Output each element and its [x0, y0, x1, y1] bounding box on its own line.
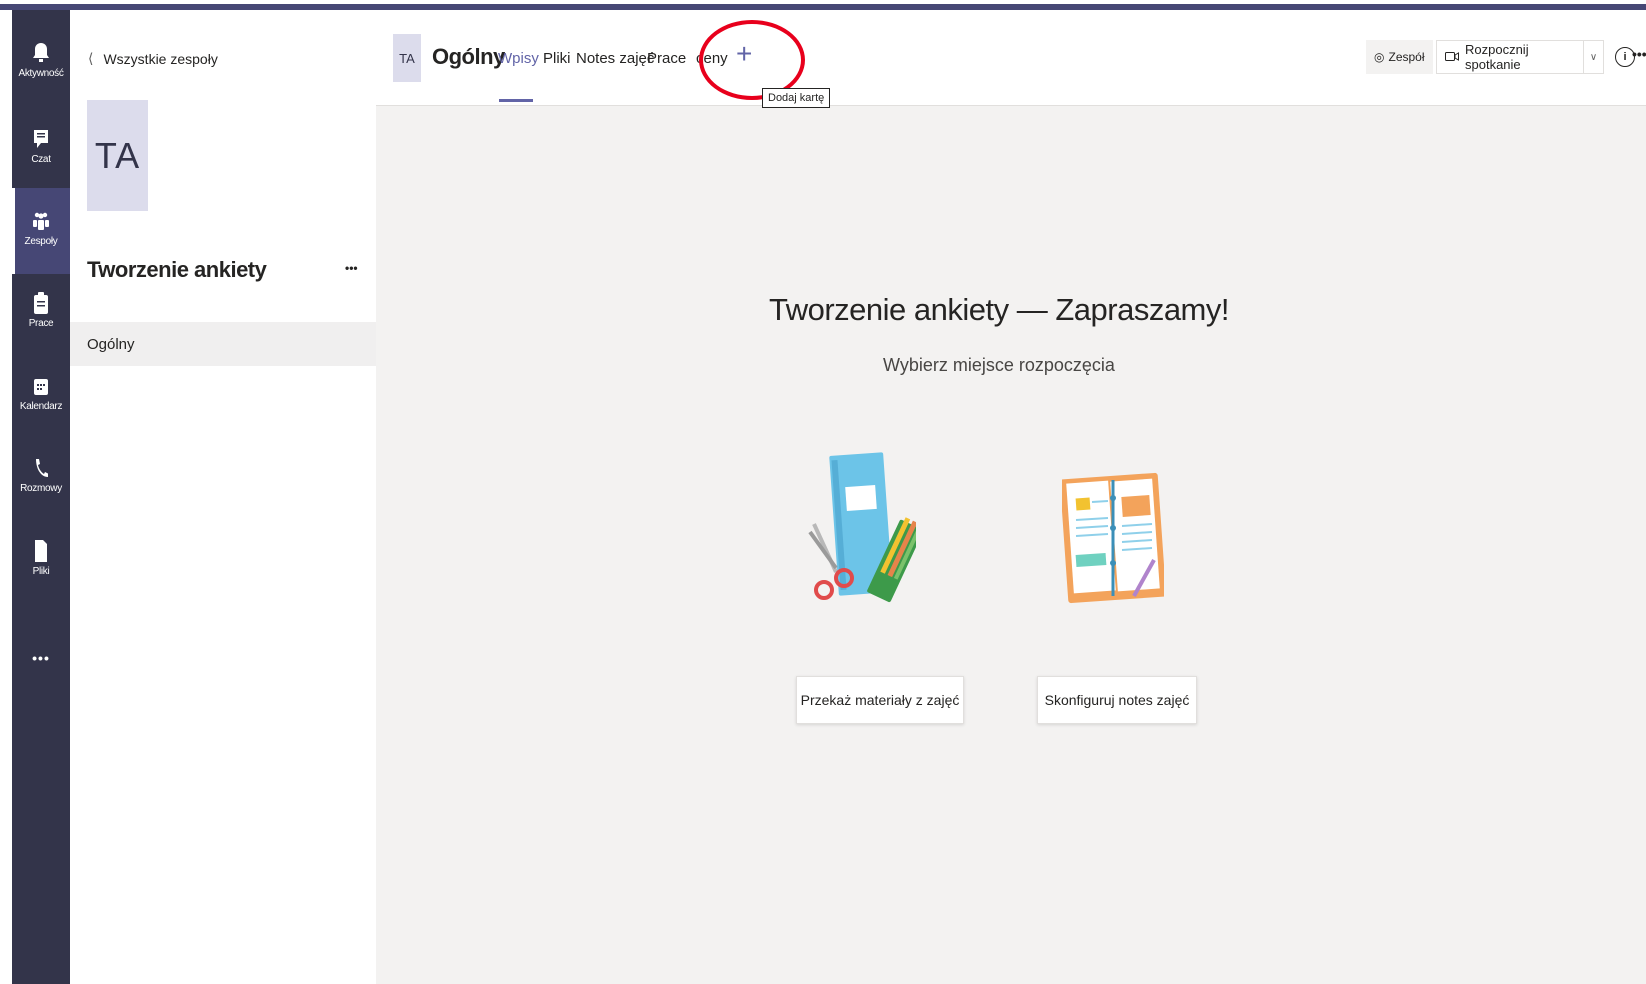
rail-more-button[interactable]: •••	[12, 650, 70, 666]
rail-item-label: Prace	[28, 318, 54, 329]
all-teams-label: Wszystkie zespoły	[103, 50, 218, 67]
active-tab-indicator	[499, 99, 533, 102]
team-button-label: Zespół	[1388, 50, 1425, 64]
team-target-icon: ◎	[1374, 50, 1385, 64]
calendar-icon	[31, 375, 51, 397]
class-materials-illustration	[808, 452, 916, 603]
rail-item-label: Aktywność	[18, 68, 64, 79]
channel-title: Ogólny	[432, 44, 505, 69]
video-camera-icon	[1445, 50, 1459, 65]
chevron-down-icon: ∨	[1589, 51, 1598, 63]
window-top-bar	[0, 0, 1646, 11]
tab-files[interactable]: Pliki	[543, 50, 571, 67]
rail-item-files[interactable]: Pliki	[12, 518, 70, 604]
bell-icon	[31, 42, 51, 64]
add-tab-tooltip: Dodaj kartę	[762, 88, 831, 108]
phone-icon	[31, 457, 51, 479]
rail-item-activity[interactable]: Aktywność	[12, 20, 70, 106]
team-panel: ⟨ Wszystkie zespoły TA Tworzenie ankiety…	[70, 10, 376, 984]
class-notebook-illustration	[1062, 472, 1164, 604]
rail-item-label: Zespoły	[24, 236, 58, 247]
tab-posts[interactable]: Wpisy	[498, 50, 539, 67]
rail-item-calendar[interactable]: Kalendarz	[12, 353, 70, 439]
team-more-options-button[interactable]: •••	[345, 261, 358, 275]
rail-item-assignments[interactable]: Prace	[12, 270, 70, 356]
rail-item-teams[interactable]: Zespoły	[12, 188, 70, 274]
header-more-options-button[interactable]: •••	[1632, 46, 1646, 62]
channel-header: TA Ogólny Wpisy Pliki Notes zajęć Prace …	[376, 10, 1646, 108]
team-name: Tworzenie ankiety	[87, 257, 267, 282]
share-class-materials-label: Przekaż materiały z zajęć	[800, 692, 960, 708]
window-left-edge	[0, 10, 12, 984]
rail-item-label: Pliki	[32, 566, 50, 577]
start-meeting-button[interactable]: Rozpocznij spotkanie	[1436, 40, 1584, 74]
channel-content: TA Ogólny Wpisy Pliki Notes zajęć Prace …	[376, 10, 1646, 984]
file-icon	[31, 540, 51, 562]
setup-class-notebook-button[interactable]: Skonfiguruj notes zajęć	[1037, 676, 1197, 724]
setup-class-notebook-label: Skonfiguruj notes zajęć	[1044, 692, 1190, 708]
chat-icon	[31, 128, 51, 150]
rail-item-label: Rozmowy	[20, 483, 62, 494]
chevron-left-icon: ⟨	[88, 50, 94, 66]
rail-item-label: Kalendarz	[19, 401, 63, 412]
tab-assignments[interactable]: Prace	[647, 50, 686, 67]
rail-item-label: Czat	[31, 154, 51, 165]
channel-label: Ogólny	[87, 335, 135, 353]
team-avatar: TA	[87, 100, 148, 211]
team-button[interactable]: ◎ Zespół	[1366, 40, 1433, 74]
tab-class-notebook[interactable]: Notes zajęć	[576, 50, 654, 67]
channel-avatar: TA	[393, 34, 421, 82]
app-rail: Aktywność Czat Zespoły Prace Kalendarz R…	[12, 10, 70, 984]
welcome-title: Tworzenie ankiety — Zapraszamy!	[768, 292, 1230, 327]
share-class-materials-button[interactable]: Przekaż materiały z zajęć	[796, 676, 964, 724]
rail-item-chat[interactable]: Czat	[12, 106, 70, 192]
teams-icon	[31, 210, 51, 232]
all-teams-link[interactable]: ⟨ Wszystkie zespoły	[88, 50, 218, 67]
rail-item-calls[interactable]: Rozmowy	[12, 435, 70, 521]
welcome-subtitle: Wybierz miejsce rozpoczęcia	[883, 355, 1115, 375]
start-meeting-label: Rozpocznij spotkanie	[1465, 42, 1529, 72]
assignments-icon	[31, 292, 51, 314]
meeting-options-dropdown[interactable]: ∨	[1584, 40, 1604, 74]
channel-item-general[interactable]: Ogólny	[70, 322, 376, 366]
